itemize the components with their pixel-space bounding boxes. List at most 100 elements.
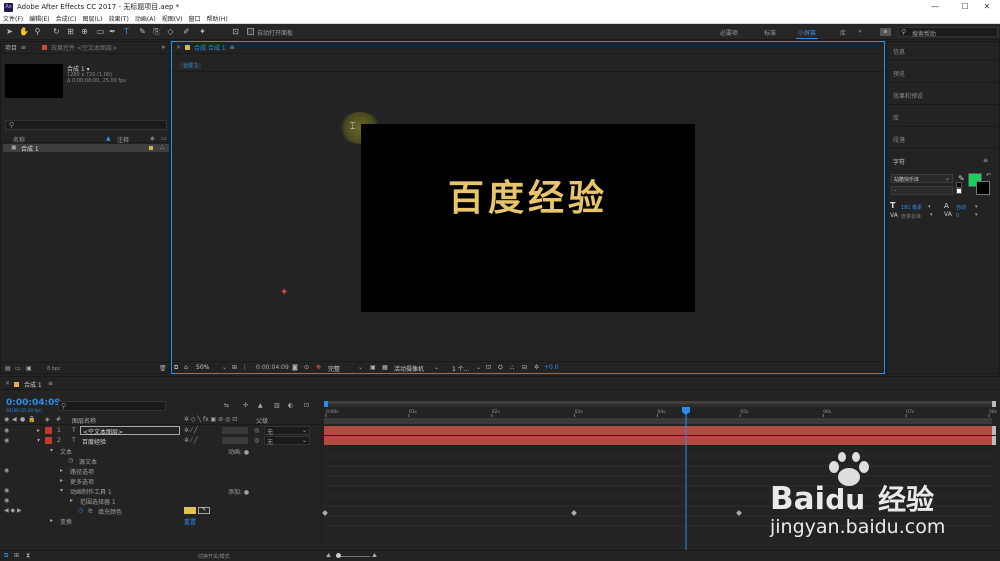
prop-fill-color-row[interactable]: ◀ ◆ ▶ ◷ ⊵ 填充颜色 ✎ bbox=[0, 506, 321, 516]
views-dropdown[interactable]: 1 个... bbox=[452, 364, 469, 373]
camera-dropdown[interactable]: 活动摄像机 bbox=[394, 364, 424, 373]
menu-layer[interactable]: 图层(L) bbox=[83, 14, 103, 23]
close-tab-icon[interactable]: ✕ bbox=[176, 44, 181, 51]
comp-mini-flowchart-icon[interactable]: ⇆ bbox=[224, 402, 229, 409]
expand-timing-icon[interactable]: ⧗ bbox=[26, 552, 30, 560]
draft-3d-icon[interactable]: ✣ bbox=[243, 402, 248, 409]
expand-arrow-icon[interactable]: ▾ bbox=[50, 447, 53, 454]
new-comp-icon[interactable]: ▣ bbox=[26, 365, 32, 372]
layer-name[interactable]: 百度经验 bbox=[82, 437, 106, 446]
shy-layers-icon[interactable]: ▲ bbox=[258, 402, 263, 409]
menu-window[interactable]: 窗口 bbox=[188, 14, 200, 23]
zoom-slider[interactable] bbox=[336, 556, 370, 557]
timeline-toggle-icon[interactable]: ⊟ bbox=[522, 364, 527, 371]
frame-blending-icon[interactable]: ▥ bbox=[274, 402, 280, 409]
always-preview-icon[interactable]: ⧉ bbox=[174, 364, 178, 372]
puppet-pin-icon[interactable]: ✦ bbox=[198, 27, 207, 36]
motion-blur-icon[interactable]: ◐ bbox=[288, 402, 293, 409]
expand-arrow-icon[interactable]: ▸ bbox=[50, 517, 53, 524]
zoom-in-icon[interactable]: ⛰ bbox=[372, 552, 377, 560]
panel-menu-icon[interactable]: ≡ bbox=[21, 44, 26, 51]
zoom-out-icon[interactable]: ⛰ bbox=[326, 552, 331, 560]
mask-visibility-icon[interactable]: ⌈ bbox=[244, 364, 246, 371]
transparency-grid-icon[interactable]: ▦ bbox=[382, 364, 388, 371]
comp-breadcrumb[interactable]: 合成 1 bbox=[180, 62, 201, 69]
timeline-search-input[interactable]: ⚲ bbox=[58, 401, 166, 411]
comp-canvas[interactable]: 百度经验 bbox=[361, 124, 695, 312]
zoom-dropdown[interactable]: 50% bbox=[196, 364, 209, 371]
toggle-switches-modes[interactable]: 切换开关/模式 bbox=[198, 553, 230, 560]
col-comment[interactable]: 注释 bbox=[117, 135, 129, 144]
menu-edit[interactable]: 编辑(E) bbox=[29, 14, 49, 23]
eye-icon[interactable]: ◉ bbox=[4, 427, 9, 434]
eye-icon[interactable]: ◉ bbox=[4, 497, 9, 504]
close-tab-icon[interactable]: ✕ bbox=[5, 380, 10, 387]
pickwhip-icon[interactable]: ◎ bbox=[254, 437, 259, 444]
roto-brush-icon[interactable]: ✐ bbox=[182, 27, 191, 36]
timeline-timecode[interactable]: 0:00:04:09 bbox=[6, 398, 61, 408]
preview-panel-tab[interactable]: 预览 bbox=[893, 69, 905, 78]
layer-label-swatch[interactable] bbox=[45, 437, 52, 444]
expand-arrow-icon[interactable]: ▸ bbox=[60, 477, 63, 484]
pickwhip-icon[interactable]: ◎ bbox=[254, 427, 259, 434]
expand-arrow-icon[interactable]: ▸ bbox=[37, 427, 40, 434]
font-family-dropdown[interactable]: 站酷快乐体 ⌄ bbox=[891, 174, 953, 183]
delete-icon[interactable]: 🗑 bbox=[159, 365, 167, 372]
black-swatch-icon[interactable] bbox=[956, 182, 962, 188]
bit-depth-label[interactable]: 8 bpc bbox=[47, 366, 61, 372]
region-interest-icon[interactable]: ⌂ bbox=[184, 364, 188, 371]
prop-text-row[interactable]: ▾ 文本 动画: ● bbox=[0, 446, 321, 456]
panel-overflow-icon[interactable]: » bbox=[161, 44, 165, 51]
eye-icon[interactable]: ◉ bbox=[4, 467, 9, 474]
panel-menu-icon[interactable]: ≡ bbox=[48, 380, 53, 387]
menu-help[interactable]: 帮助(H) bbox=[207, 14, 228, 23]
grid-icon[interactable]: ⊞ bbox=[232, 364, 237, 371]
composition-tab[interactable]: 合成 合成 1 bbox=[194, 43, 226, 52]
kerning-value[interactable]: 度量标准 bbox=[901, 213, 921, 220]
leading-value[interactable]: 自动 bbox=[956, 204, 966, 211]
workspace-library[interactable]: 库 bbox=[840, 28, 846, 37]
add-menu[interactable]: 添加: ● bbox=[228, 487, 249, 496]
layer-row-2[interactable]: ◉ ▾ 2 T 百度经验 ✲ ⁄ ╱ ◎ 无 ⌄ bbox=[0, 436, 321, 446]
mode-switches[interactable] bbox=[222, 437, 248, 444]
flowchart-icon[interactable]: ⛬ bbox=[510, 364, 514, 372]
layer-label-swatch[interactable] bbox=[45, 427, 52, 434]
fast-previews-icon[interactable]: ▣ bbox=[370, 364, 376, 371]
exposure-value[interactable]: +0.0 bbox=[544, 364, 559, 371]
project-search-input[interactable]: ⚲ bbox=[5, 120, 167, 130]
rotate-tool-icon[interactable]: ↻ bbox=[52, 27, 61, 36]
col-name[interactable]: 名称 bbox=[13, 135, 25, 144]
white-swatch-icon[interactable] bbox=[956, 188, 962, 194]
show-snapshot-icon[interactable]: ⊙ bbox=[304, 364, 309, 371]
font-style-dropdown[interactable]: - bbox=[891, 186, 953, 195]
panel-menu-icon[interactable]: ≡ bbox=[983, 157, 988, 164]
menu-animation[interactable]: 动画(A) bbox=[135, 14, 156, 23]
prop-source-text-row[interactable]: ◷ 源文本 bbox=[0, 456, 321, 466]
workspace-menu-icon[interactable]: » bbox=[858, 28, 862, 35]
fill-color-value-swatch[interactable] bbox=[184, 507, 196, 514]
menu-file[interactable]: 文件(F) bbox=[3, 14, 23, 23]
prop-path-options-row[interactable]: ◉ ▸ 路径选项 bbox=[0, 466, 321, 476]
expand-arrow-icon[interactable]: ▸ bbox=[70, 497, 73, 504]
panel-menu-icon[interactable]: ≡ bbox=[230, 44, 235, 51]
expand-switches-icon[interactable]: ⧉ bbox=[4, 552, 8, 560]
mode-switches[interactable] bbox=[222, 427, 248, 434]
paragraph-tab[interactable]: 段落 bbox=[893, 135, 905, 144]
stopwatch-icon[interactable]: ◷ bbox=[68, 457, 73, 464]
workspace-small-screen[interactable]: 小屏幕 bbox=[798, 28, 816, 37]
expand-arrow-icon[interactable]: ▾ bbox=[37, 437, 40, 444]
menu-effect[interactable]: 效果(T) bbox=[109, 14, 129, 23]
brush-tool-icon[interactable]: ✎ bbox=[138, 27, 147, 36]
prop-animator-row[interactable]: ◉ ▾ 动画制作工具 1 添加: ● bbox=[0, 486, 321, 496]
layer-name[interactable]: <空文本图层> bbox=[80, 426, 180, 436]
render-3d-icon[interactable]: ⛭ bbox=[498, 364, 503, 372]
col-parent[interactable]: 父级 bbox=[256, 416, 268, 425]
font-size-value[interactable]: 181 像素 bbox=[901, 204, 922, 211]
eraser-tool-icon[interactable]: ◇ bbox=[166, 27, 175, 36]
workspace-toggle-icon[interactable]: ≡ bbox=[880, 28, 891, 36]
canvas-text-layer[interactable]: 百度经验 bbox=[361, 169, 695, 221]
type-tool-icon[interactable]: T bbox=[122, 27, 131, 36]
clone-tool-icon[interactable]: ⎘ bbox=[152, 27, 161, 36]
expand-arrow-icon[interactable]: ▸ bbox=[60, 467, 63, 474]
layer-switches-icon[interactable]: ✲ ⁄ ╱ bbox=[184, 437, 197, 444]
